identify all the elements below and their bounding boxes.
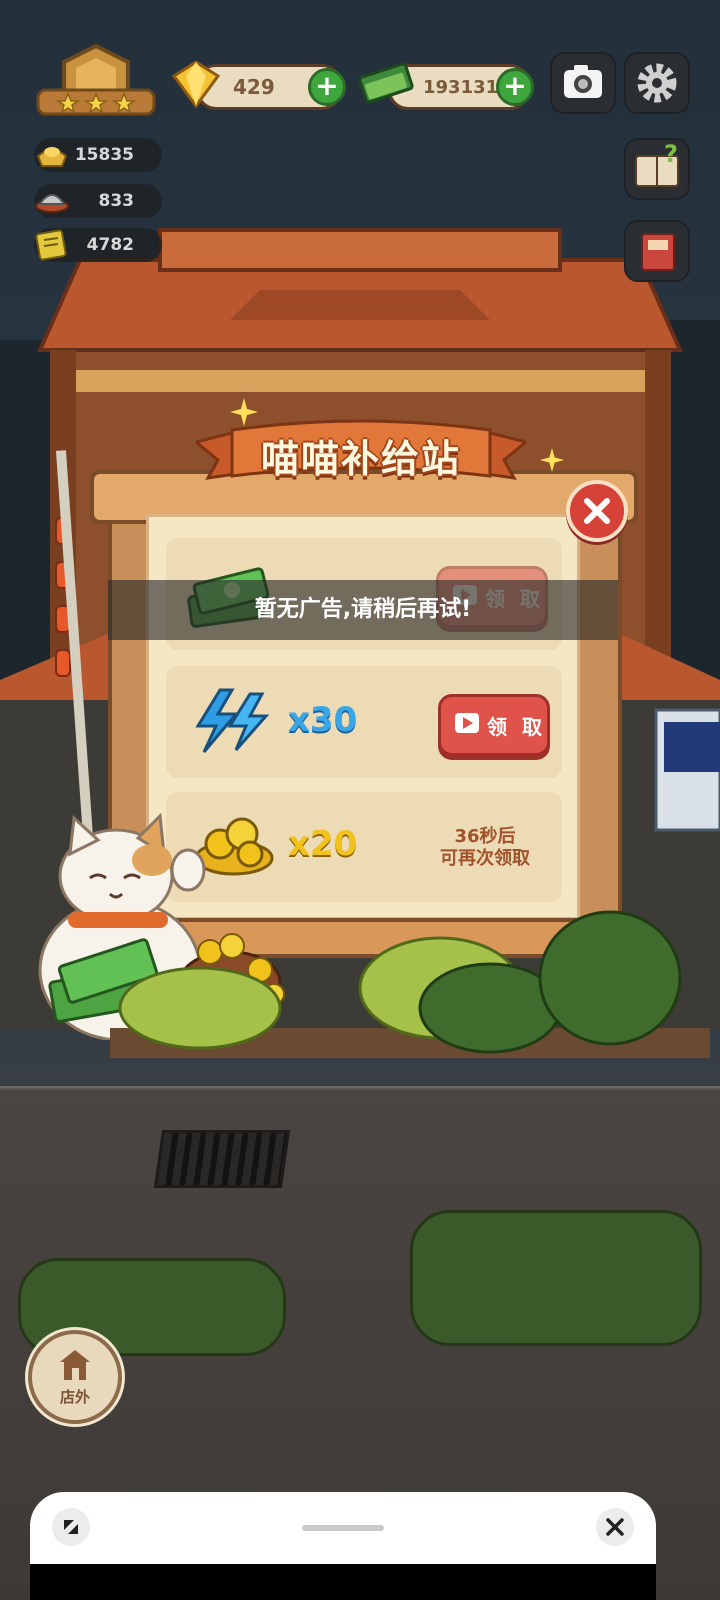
gold-cooldown-text: 36秒后 可再次领取: [420, 826, 550, 870]
gem-icon: [171, 60, 221, 109]
guide-book-button[interactable]: ?: [624, 138, 690, 200]
energy-bolt-icon: [195, 688, 270, 753]
help-book-icon: ?: [635, 140, 679, 187]
svg-text:?: ?: [664, 140, 678, 168]
hedge-right: [410, 1210, 702, 1346]
gem-count: 429: [233, 75, 275, 99]
cooldown-note: 可再次领取: [440, 848, 530, 869]
drag-handle[interactable]: [302, 1525, 384, 1531]
bottom-sheet: [30, 1492, 656, 1574]
sparkle-icon: [230, 398, 258, 426]
street-drain: [153, 1130, 291, 1188]
camera-button[interactable]: [550, 52, 616, 114]
gear-icon: [637, 63, 677, 103]
sheet-bottom-bar: [30, 1564, 656, 1600]
cooldown-timer: 36秒后: [454, 826, 516, 847]
shop-icon: [60, 1350, 90, 1380]
recipe-book-icon: [641, 233, 675, 271]
add-cash-button[interactable]: +: [496, 68, 534, 106]
reward-row-energy: x30 领 取: [166, 666, 562, 778]
dish-count: 833: [98, 191, 135, 211]
ticket-count: 4782: [86, 235, 134, 255]
no-ad-toast: 暂无广告,请稍后再试!: [108, 580, 618, 640]
close-dialog-button[interactable]: [566, 480, 628, 542]
cooking-dish-icon: [35, 194, 69, 213]
rank-badge-icon[interactable]: [36, 42, 156, 124]
close-icon: [606, 1518, 624, 1536]
outside-shop-label: 店外: [59, 1388, 90, 1406]
outside-shop-button[interactable]: 店外: [28, 1330, 122, 1424]
sparkle-icon: [540, 448, 564, 472]
gold-ingot-count: 15835: [74, 145, 134, 165]
cash-icon: [358, 62, 414, 104]
dialog-title: 喵喵补给站: [260, 437, 461, 481]
close-icon: [584, 498, 610, 524]
bush-decoration: [110, 910, 710, 1058]
resource-row-gold: 15835: [34, 138, 162, 172]
settings-button[interactable]: [624, 52, 690, 114]
gold-quantity: x20: [288, 824, 358, 864]
expand-button[interactable]: [52, 1508, 90, 1546]
gold-ingot-icon: [36, 147, 68, 167]
energy-quantity: x30: [288, 700, 358, 740]
claim-energy-button[interactable]: 领 取: [438, 694, 550, 756]
resource-row-ticket: 4782: [34, 228, 162, 262]
recipe-book-button[interactable]: [624, 220, 690, 282]
expand-icon: [64, 1520, 78, 1534]
ticket-icon: [35, 229, 67, 261]
camera-icon: [564, 65, 602, 98]
sheet-close-button[interactable]: [596, 1508, 634, 1546]
claim-energy-label: 领 取: [487, 715, 546, 739]
video-icon: [455, 713, 479, 733]
add-gems-button[interactable]: +: [308, 68, 346, 106]
resource-row-dish: 833: [34, 184, 162, 218]
